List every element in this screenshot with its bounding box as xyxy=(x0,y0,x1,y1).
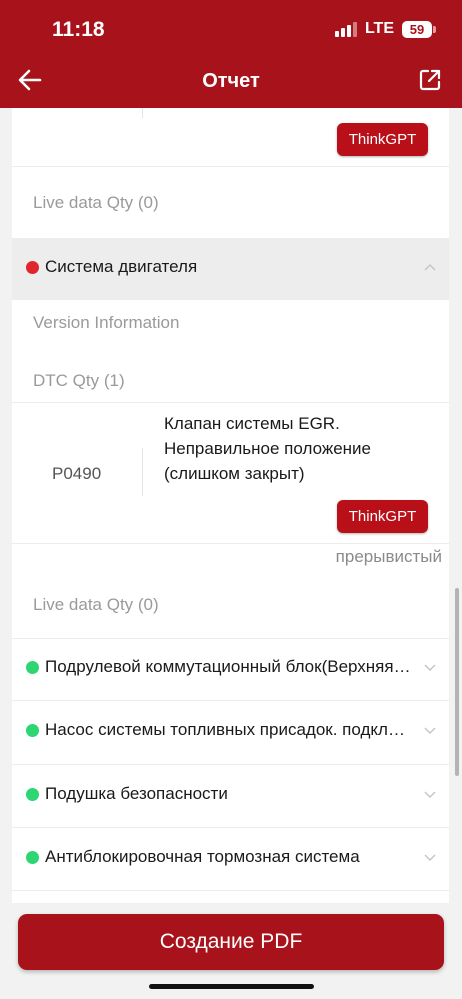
report-content[interactable]: ThinkGPT Live data Qty (0) Система двига… xyxy=(12,108,449,903)
chevron-up-icon xyxy=(424,264,436,271)
chevron-down-icon xyxy=(424,727,436,734)
create-pdf-button[interactable]: Создание PDF xyxy=(18,914,444,970)
chevron-down-icon xyxy=(424,791,436,798)
divider xyxy=(12,166,449,167)
section-label: Система двигателя xyxy=(45,257,198,276)
live-data-qty-2: Live data Qty (0) xyxy=(33,595,159,614)
section-label: Подушка безопасности xyxy=(45,784,228,803)
home-indicator[interactable] xyxy=(149,984,314,989)
section-label: Подрулевой коммутационный блок(Верхняя к… xyxy=(45,657,415,676)
status-dot-green xyxy=(26,788,39,801)
section-steering-switch-block[interactable]: Подрулевой коммутационный блок(Верхняя к… xyxy=(12,638,449,700)
chevron-down-icon xyxy=(424,664,436,671)
dtc-qty: DTC Qty (1) xyxy=(33,371,125,390)
dtc-code: P0490 xyxy=(52,464,102,483)
app-header: 11:18 LTE 59 Отчет xyxy=(0,0,462,108)
dtc-description: Клапан системы EGR. Неправильное положен… xyxy=(164,414,371,483)
network-label: LTE xyxy=(364,20,394,37)
section-label: Антиблокировочная тормозная система xyxy=(45,847,360,866)
divider xyxy=(12,402,449,403)
divider xyxy=(12,890,449,891)
dtc-status: прерывистый xyxy=(335,547,442,566)
status-dot-green xyxy=(26,851,39,864)
section-label: Насос системы топливных присадок. подклю… xyxy=(45,720,415,739)
section-abs[interactable]: Антиблокировочная тормозная система xyxy=(12,828,449,890)
thinkgpt-button-2[interactable]: ThinkGPT xyxy=(337,500,428,533)
section-fuel-additive-pump[interactable]: Насос системы топливных присадок. подклю… xyxy=(12,701,449,763)
signal-icon xyxy=(334,21,357,37)
page-title: Отчет xyxy=(202,70,260,92)
status-time: 11:18 xyxy=(52,18,105,41)
thinkgpt-button-1[interactable]: ThinkGPT xyxy=(337,123,428,156)
column-divider xyxy=(142,448,143,496)
chevron-down-icon xyxy=(424,854,436,861)
live-data-qty-1: Live data Qty (0) xyxy=(33,193,159,212)
battery-icon: 59 xyxy=(402,20,436,38)
section-engine-system[interactable]: Система двигателя xyxy=(12,238,449,300)
divider xyxy=(12,543,449,544)
column-divider xyxy=(142,108,143,118)
status-dot-green xyxy=(26,724,39,737)
share-external-icon[interactable] xyxy=(418,68,442,92)
scrollbar[interactable] xyxy=(455,588,459,776)
status-indicators: LTE 59 xyxy=(334,20,436,38)
status-dot-green xyxy=(26,661,39,674)
version-information: Version Information xyxy=(33,313,180,332)
status-dot-red xyxy=(26,261,39,274)
section-airbag[interactable]: Подушка безопасности xyxy=(12,765,449,827)
